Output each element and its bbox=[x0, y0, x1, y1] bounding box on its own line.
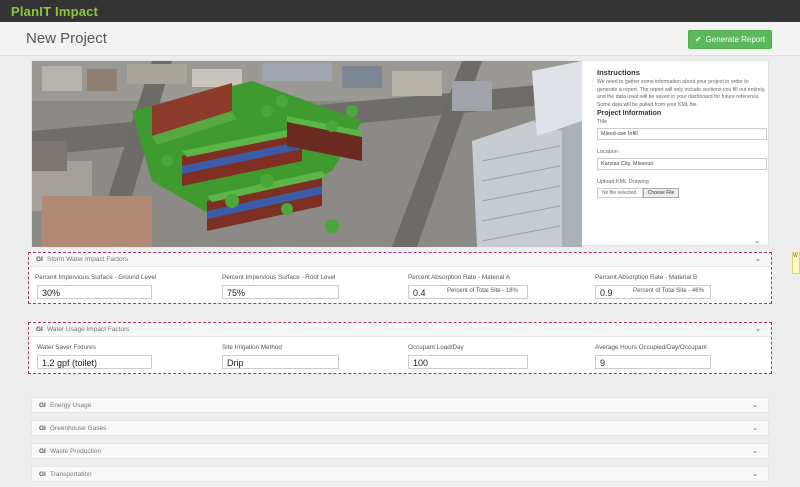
average-hours-label: Average Hours Occupied/Day/Occupant bbox=[595, 344, 707, 351]
chevron-down-icon[interactable]: ⌄ bbox=[754, 237, 760, 245]
absorption-b-label: Percent Absorption Rate - Material B bbox=[595, 274, 698, 281]
check-icon: ✔ bbox=[694, 35, 702, 44]
absorption-a-value: 0.4 bbox=[413, 288, 426, 298]
impervious-roof-input[interactable]: 75% bbox=[222, 285, 339, 299]
transportation-section[interactable]: GI Transportation ⌄ bbox=[31, 466, 769, 482]
impervious-ground-label: Percent Impervious Surface - Ground Leve… bbox=[35, 274, 157, 281]
irrigation-method-label: Site Irrigation Method bbox=[222, 344, 282, 351]
transportation-title: Transportation bbox=[50, 471, 92, 478]
site-3d-model-view[interactable] bbox=[32, 61, 582, 247]
kml-file-picker: No file selected. Choose File bbox=[597, 188, 767, 199]
generate-report-button[interactable]: ✔ Generate Report bbox=[688, 30, 772, 49]
app-logo[interactable]: PlanIT Impact bbox=[11, 4, 98, 19]
section-icon: GI bbox=[39, 425, 46, 432]
storm-water-header[interactable]: GI Storm Water Impact Factors ⌄ bbox=[29, 253, 771, 267]
chevron-down-icon[interactable]: ⌄ bbox=[755, 255, 761, 263]
water-usage-section: GI Water Usage Impact Factors ⌄ Water Sa… bbox=[28, 322, 772, 374]
chevron-down-icon[interactable]: ⌄ bbox=[752, 447, 758, 455]
page-title: New Project bbox=[26, 30, 107, 47]
page-header: New Project bbox=[0, 22, 800, 56]
energy-usage-title: Energy Usage bbox=[50, 402, 92, 409]
absorption-a-site-percent: Percent of Total Site - 18% bbox=[447, 288, 518, 294]
choose-file-button[interactable]: Choose File bbox=[642, 188, 680, 199]
instructions-panel: Instructions We need to gather some info… bbox=[597, 68, 767, 199]
instructions-text: We need to gather some information about… bbox=[597, 79, 766, 108]
section-icon: GI bbox=[36, 256, 43, 263]
section-icon: GI bbox=[39, 471, 46, 478]
title-label: Title bbox=[597, 119, 608, 126]
location-label: Location bbox=[597, 149, 618, 156]
occupant-load-label: Occupant Load/Day bbox=[408, 344, 464, 351]
section-icon: GI bbox=[36, 326, 43, 333]
chevron-down-icon[interactable]: ⌄ bbox=[752, 470, 758, 478]
waste-production-section[interactable]: GI Waste Production ⌄ bbox=[31, 443, 769, 459]
occupant-load-input[interactable]: 100 bbox=[408, 355, 528, 369]
upload-kml-label: Upload KML Drawing bbox=[597, 179, 649, 186]
storm-water-section: GI Storm Water Impact Factors ⌄ Percent … bbox=[28, 252, 772, 304]
greenhouse-gases-section[interactable]: GI Greenhouse Gases ⌄ bbox=[31, 420, 769, 436]
irrigation-method-input[interactable]: Drip bbox=[222, 355, 339, 369]
project-information-title: Project Information bbox=[597, 110, 662, 118]
impervious-roof-label: Percent Impervious Surface - Roof Level bbox=[222, 274, 336, 281]
generate-report-label: Generate Report bbox=[705, 35, 766, 44]
aerial-site-rendering bbox=[32, 61, 582, 247]
energy-usage-section[interactable]: GI Energy Usage ⌄ bbox=[31, 397, 769, 413]
section-icon: GI bbox=[39, 402, 46, 409]
water-saver-input[interactable]: 1.2 gpf (toilet) bbox=[37, 355, 152, 369]
absorption-b-value: 0.9 bbox=[600, 288, 613, 298]
chevron-down-icon[interactable]: ⌄ bbox=[752, 401, 758, 409]
water-usage-header[interactable]: GI Water Usage Impact Factors ⌄ bbox=[29, 323, 771, 337]
absorption-b-site-percent: Percent of Total Site - 46% bbox=[633, 288, 704, 294]
absorption-a-label: Percent Absorption Rate - Material A bbox=[408, 274, 510, 281]
file-status: No file selected. bbox=[597, 188, 643, 199]
instructions-title: Instructions bbox=[597, 68, 640, 77]
water-saver-label: Water Saver Fixtures bbox=[37, 344, 96, 351]
project-overview-card: Instructions We need to gather some info… bbox=[31, 60, 769, 247]
top-bar: PlanIT Impact bbox=[0, 0, 800, 22]
section-icon: GI bbox=[39, 448, 46, 455]
location-input[interactable]: Kansas City, Missouri bbox=[597, 158, 767, 171]
title-input[interactable]: Mixed-use Infill bbox=[597, 128, 767, 141]
chevron-down-icon[interactable]: ⌄ bbox=[752, 424, 758, 432]
side-feedback-tab[interactable]: W bbox=[792, 252, 800, 274]
storm-water-title: Storm Water Impact Factors bbox=[47, 256, 129, 263]
waste-production-title: Waste Production bbox=[50, 448, 102, 455]
chevron-down-icon[interactable]: ⌄ bbox=[755, 325, 761, 333]
impervious-ground-input[interactable]: 30% bbox=[37, 285, 152, 299]
average-hours-input[interactable]: 9 bbox=[595, 355, 711, 369]
greenhouse-gases-title: Greenhouse Gases bbox=[50, 425, 107, 432]
water-usage-title: Water Usage Impact Factors bbox=[47, 326, 130, 333]
